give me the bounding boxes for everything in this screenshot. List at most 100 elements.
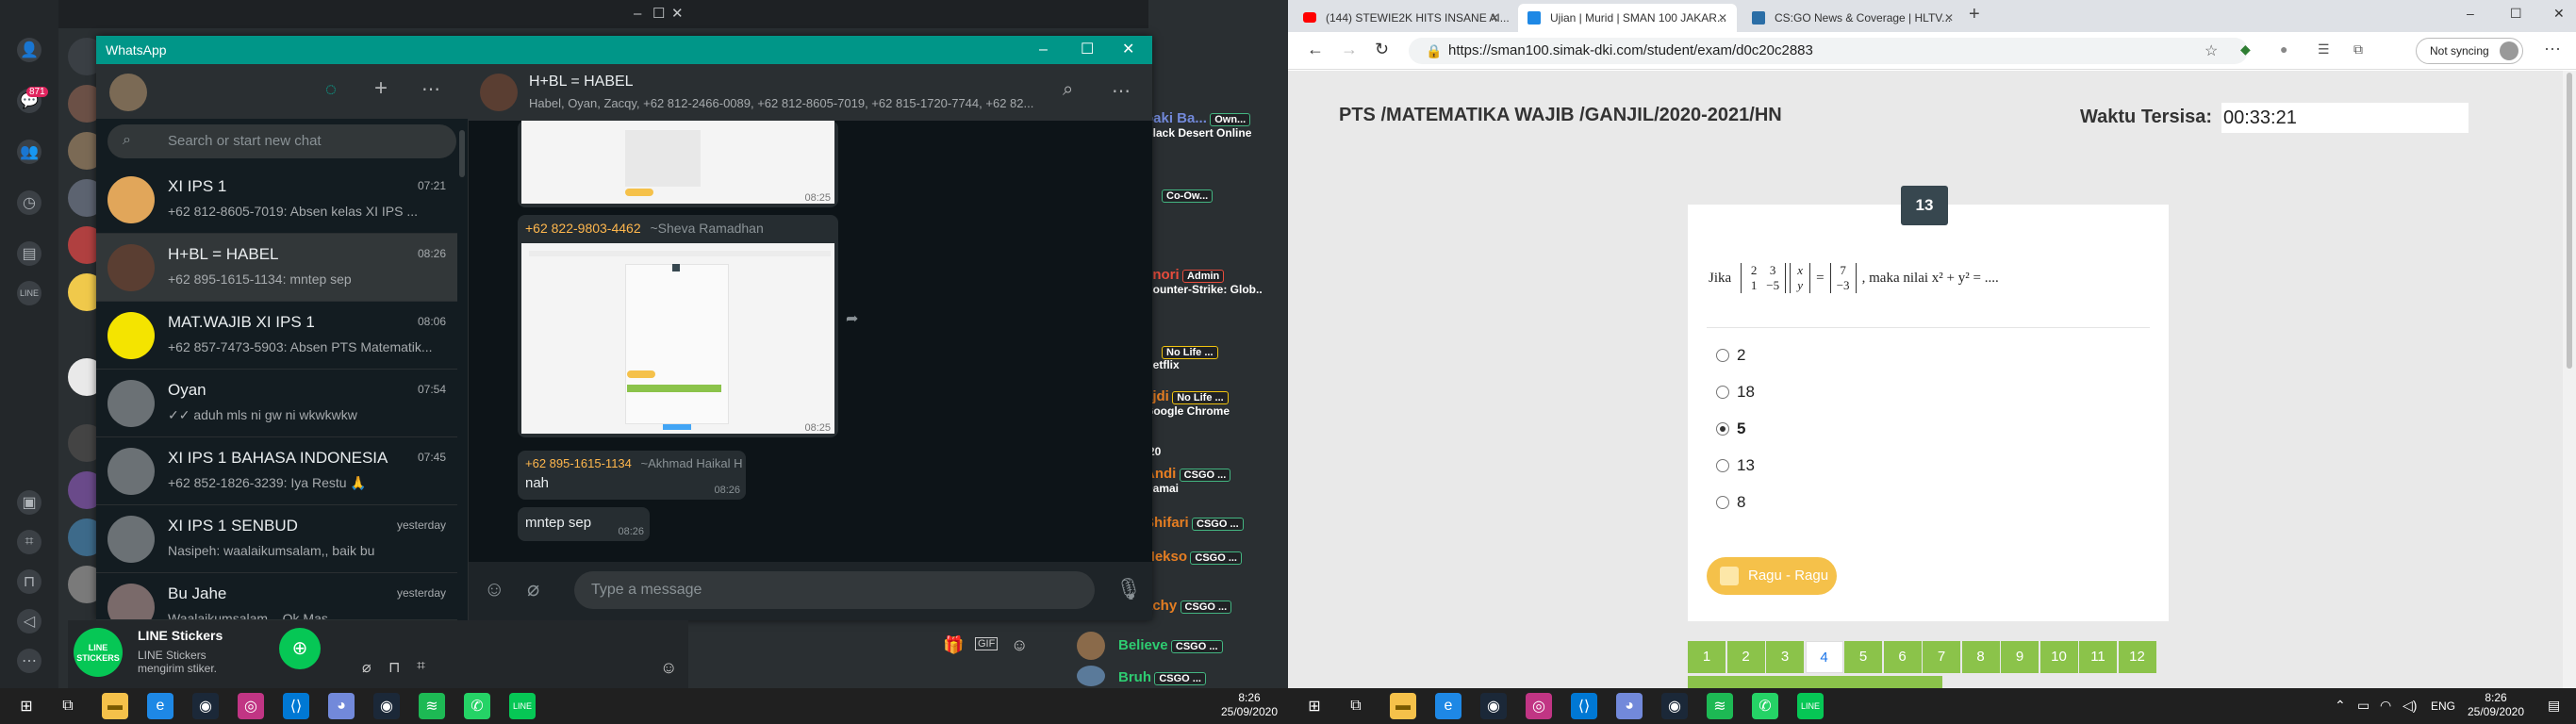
steam-icon[interactable]: ◉: [192, 693, 219, 719]
back-icon[interactable]: ←: [1307, 40, 1324, 59]
question-number-button[interactable]: 8: [1961, 641, 2000, 673]
browser-tab[interactable]: (144) STEWIE2K HITS INSANE AI...: [1294, 4, 1512, 32]
emoji-icon[interactable]: ☺: [484, 577, 504, 601]
search-icon[interactable]: ⌕: [1063, 79, 1073, 101]
steam-icon[interactable]: ◉: [373, 693, 400, 719]
member-entry[interactable]: Andi CSGO ... Damai: [1145, 466, 1231, 495]
answer-option[interactable]: 5: [1716, 420, 1745, 438]
close-tab-icon[interactable]: ✕: [1718, 11, 1727, 25]
forward-icon[interactable]: ➦: [846, 309, 858, 328]
member-entry[interactable]: oaki Ba... Own... Black Desert Online: [1145, 110, 1251, 140]
instagram-icon[interactable]: ◎: [1526, 693, 1552, 719]
radio-button-selected[interactable]: [1716, 422, 1729, 436]
close-icon[interactable]: ✕: [2553, 6, 2565, 22]
sender-phone[interactable]: +62 822-9803-4462: [525, 221, 641, 236]
line-icon[interactable]: LINE: [1797, 693, 1824, 719]
avatar[interactable]: [480, 74, 518, 111]
member-entry[interactable]: ajdi No Life ... Google Chrome: [1145, 388, 1230, 418]
ragu-button[interactable]: Ragu - Ragu: [1707, 557, 1837, 595]
sync-button[interactable]: Not syncing: [2416, 38, 2523, 64]
close-tab-icon[interactable]: ✕: [1944, 11, 1954, 25]
scrollbar[interactable]: [2563, 71, 2576, 688]
more-icon[interactable]: ⋯: [2544, 40, 2561, 59]
avatar[interactable]: [109, 74, 147, 111]
windows-start-icon[interactable]: ⊞: [1301, 693, 1328, 719]
forward-icon[interactable]: →: [1341, 40, 1358, 59]
image-message[interactable]: +62 822-9803-4462 ~Sheva Ramadhan 08:25: [518, 215, 838, 437]
discord-icon[interactable]: ◕: [1616, 693, 1643, 719]
answer-option[interactable]: 2: [1716, 346, 1745, 365]
scrollbar[interactable]: [459, 130, 465, 177]
line-icon[interactable]: LINE: [509, 693, 536, 719]
text-message[interactable]: mntep sep 08:26: [518, 507, 650, 541]
avatar[interactable]: [1077, 666, 1105, 686]
file-explorer-icon[interactable]: ▬: [102, 693, 128, 719]
emoji-icon[interactable]: ☺: [1011, 635, 1028, 655]
member-entry[interactable]: Bruh CSGO ...: [1118, 669, 1206, 685]
minimize-icon[interactable]: –: [634, 2, 641, 26]
url-input[interactable]: https://sman100.simak-dki.com/student/ex…: [1409, 38, 2248, 64]
question-number-button[interactable]: 4: [1805, 641, 1843, 673]
text-message[interactable]: +62 895-1615-1134 ~Akhmad Haikal H nah 0…: [518, 451, 746, 500]
chat-list-item[interactable]: MAT.WAJIB XI IPS 1 08:06 +62 857-7473-59…: [96, 302, 457, 370]
image-message[interactable]: 08:25: [518, 121, 838, 207]
member-entry[interactable]: achy CSGO ...: [1145, 598, 1232, 614]
question-number-button[interactable]: 5: [1844, 641, 1882, 673]
question-number-button[interactable]: 7: [1923, 641, 1960, 673]
clock[interactable]: 8:26 25/09/2020: [2463, 691, 2529, 719]
question-number-button[interactable]: 6: [1883, 641, 1922, 673]
task-view-icon[interactable]: ⧉: [1343, 693, 1369, 719]
question-number-button[interactable]: 10: [2039, 641, 2078, 673]
conversation-title[interactable]: H+BL = HABEL: [529, 74, 634, 90]
attach-icon[interactable]: ⌀: [527, 577, 539, 601]
question-number-button[interactable]: 3: [1766, 641, 1804, 673]
browser-tab[interactable]: Ujian | Murid | SMAN 100 JAKAR...: [1518, 4, 1737, 32]
question-number-button[interactable]: 1: [1688, 641, 1726, 673]
chat-list-item[interactable]: XI IPS 1 07:21 +62 812-8605-7019: Absen …: [96, 166, 457, 234]
emoji-icon[interactable]: ☺: [660, 658, 677, 678]
minimize-icon[interactable]: –: [2467, 6, 2474, 21]
file-explorer-icon[interactable]: ▬: [1390, 693, 1416, 719]
status-icon[interactable]: ◌: [325, 79, 337, 101]
radio-button[interactable]: [1716, 459, 1729, 472]
vscode-icon[interactable]: ⟨⟩: [1571, 693, 1597, 719]
chat-list-item[interactable]: XI IPS 1 BAHASA INDONESIA 07:45 +62 852-…: [96, 437, 457, 505]
vscode-icon[interactable]: ⟨⟩: [283, 693, 309, 719]
message-input[interactable]: Type a message: [574, 571, 1095, 609]
member-entry[interactable]: Co-Ow...: [1145, 189, 1214, 203]
radio-button[interactable]: [1716, 349, 1729, 362]
member-entry[interactable]: Shifari CSGO ...: [1145, 515, 1244, 531]
checkbox[interactable]: [1720, 567, 1739, 585]
answer-option[interactable]: 13: [1716, 456, 1755, 475]
refresh-icon[interactable]: ↻: [1375, 40, 1389, 59]
question-number-button[interactable]: 12: [2118, 641, 2156, 673]
browser-tab[interactable]: CS:GO News & Coverage | HLTV...: [1742, 4, 1961, 32]
search-input[interactable]: Search or start new chat: [107, 124, 456, 158]
member-entry[interactable]: Nekso CSGO ...: [1145, 549, 1242, 565]
maximize-icon[interactable]: ☐: [652, 2, 665, 26]
scrollbar-thumb[interactable]: [2567, 73, 2572, 369]
friends-icon[interactable]: 👥: [17, 140, 41, 164]
favorites-icon[interactable]: ☰: [2318, 41, 2330, 58]
minimize-icon[interactable]: –: [1039, 36, 1048, 64]
discord-icon[interactable]: ◕: [328, 693, 355, 719]
radio-button[interactable]: [1716, 386, 1729, 399]
chat-list-item[interactable]: Bu Jahe yesterday Waalaikumsalam... Ok M…: [96, 573, 457, 620]
attach-icon[interactable]: ⌀: [362, 658, 372, 677]
extension-icon[interactable]: ●: [2280, 41, 2287, 57]
gift-icon[interactable]: 🎁: [943, 635, 964, 655]
extension-icon[interactable]: ◆: [2240, 41, 2251, 58]
chat-list-item[interactable]: H+BL = HABEL 08:26 +62 895-1615-1134: mn…: [96, 234, 457, 302]
member-entry[interactable]: 1nori Admin Counter-Strike: Glob..: [1145, 267, 1263, 296]
wifi-icon[interactable]: ◠: [2380, 698, 2391, 714]
close-icon[interactable]: ✕: [1122, 36, 1134, 64]
screenshot-thumbnail[interactable]: [521, 121, 834, 204]
chat-list-item[interactable]: Oyan 07:54 ✓✓ aduh mls ni gw ni wkwkwkw: [96, 370, 457, 437]
edge-icon[interactable]: e: [1435, 693, 1461, 719]
spotify-icon[interactable]: ≋: [419, 693, 445, 719]
language-indicator[interactable]: ENG: [2431, 699, 2455, 713]
close-tab-icon[interactable]: ✕: [1490, 11, 1499, 25]
star-icon[interactable]: ☆: [2204, 41, 2218, 60]
collections-icon[interactable]: ⧉: [2353, 41, 2363, 58]
answer-option[interactable]: 8: [1716, 493, 1745, 512]
